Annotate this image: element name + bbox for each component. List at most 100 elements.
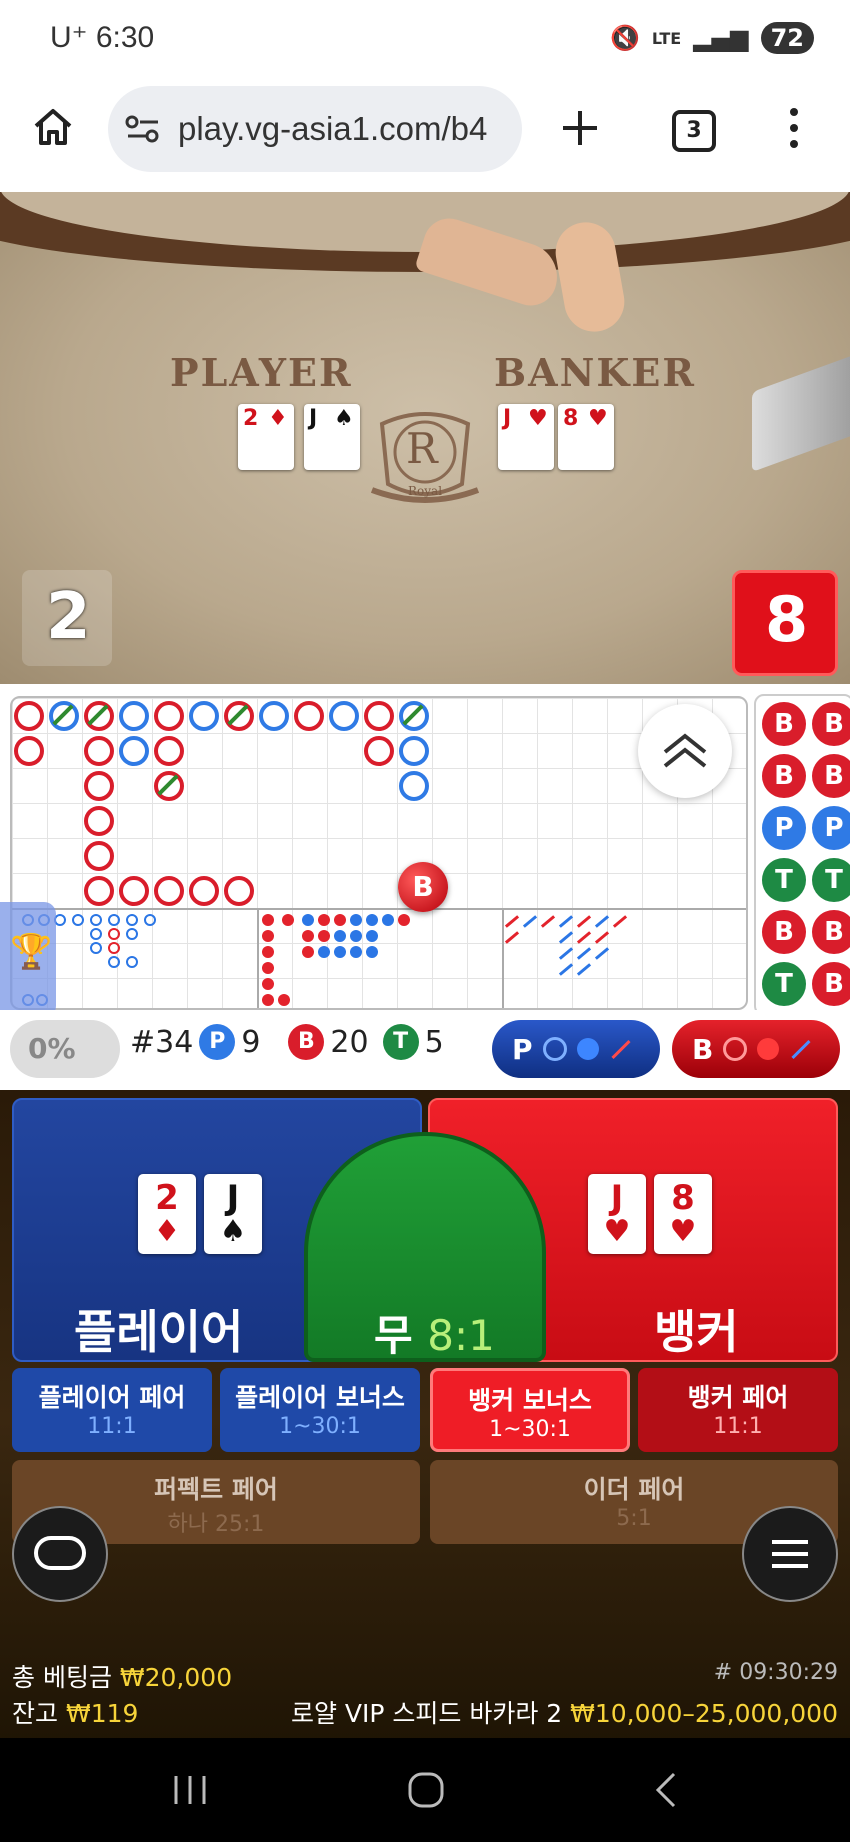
tie-label: 무 xyxy=(374,1311,413,1360)
home-nav-icon[interactable] xyxy=(406,1770,446,1810)
browser-toolbar: play.vg-asia1.com/b4 3 xyxy=(0,80,850,192)
tie-count: 5 xyxy=(424,1024,444,1060)
balance-value: ₩119 xyxy=(65,1699,139,1728)
small-road-mark xyxy=(318,930,330,942)
round-number: #34 xyxy=(130,1024,194,1060)
network-label: LTE xyxy=(651,28,682,48)
player-pair-bet[interactable]: 플레이어 페어 11:1 xyxy=(12,1368,212,1452)
cockroach-road-mark xyxy=(558,931,574,944)
big-road-mark xyxy=(364,701,394,731)
cockroach-road-mark xyxy=(558,915,574,928)
bead-road-ball: B xyxy=(762,754,806,798)
big-road-mark xyxy=(259,701,289,731)
cockroach-road-mark xyxy=(594,931,610,944)
bead-road-ball: P xyxy=(762,806,806,850)
table-card: J ♥ xyxy=(498,404,554,470)
big-road-mark xyxy=(399,771,429,801)
cockroach-road-mark xyxy=(504,931,520,944)
last-result-marker: B xyxy=(398,862,448,912)
banker-card: J ♥ xyxy=(588,1174,646,1254)
big-road-mark xyxy=(14,701,44,731)
chat-button[interactable] xyxy=(12,1506,108,1602)
tab-switcher-button[interactable]: 3 xyxy=(672,110,716,152)
balance-label: 잔고 xyxy=(12,1699,59,1728)
scoreboard-roads: B 🏆 BBBBPPTTBBTB xyxy=(0,684,850,1022)
predict-banker-button[interactable]: B xyxy=(672,1020,840,1078)
big-road-mark xyxy=(119,876,149,906)
small-road-mark xyxy=(398,914,410,926)
big-road-mark xyxy=(364,736,394,766)
clock: 6:30 xyxy=(95,21,155,54)
bead-road-ball: B xyxy=(762,910,806,954)
round-stats: #34 P 9 B 20 T 5 xyxy=(130,1024,444,1060)
recent-apps-icon[interactable] xyxy=(170,1772,210,1808)
player-score-box: 2 xyxy=(22,570,112,666)
bead-mark xyxy=(108,928,120,940)
cockroach-road-mark xyxy=(594,915,610,928)
bead-road-ball: T xyxy=(762,962,806,1006)
small-road-mark xyxy=(366,946,378,958)
trophy-icon: 🏆 xyxy=(10,932,53,972)
small-road-mark xyxy=(318,946,330,958)
big-road-mark xyxy=(84,876,114,906)
more-menu-icon[interactable] xyxy=(786,106,802,150)
tie-bet-area[interactable]: 무 8:1 xyxy=(304,1132,546,1362)
table-card: 2 ♦ xyxy=(238,404,294,470)
cockroach-road-mark xyxy=(576,915,592,928)
bead-mark xyxy=(126,914,138,926)
big-road-mark xyxy=(154,736,184,766)
bead-mark xyxy=(90,914,102,926)
bead-mark xyxy=(72,914,84,926)
back-icon[interactable] xyxy=(650,1770,680,1810)
big-road-mark xyxy=(294,701,324,731)
url-bar[interactable]: play.vg-asia1.com/b4 xyxy=(108,86,522,172)
big-road-mark xyxy=(224,876,254,906)
collapse-road-button[interactable] xyxy=(638,704,732,798)
home-icon[interactable] xyxy=(32,106,74,148)
cockroach-road-mark xyxy=(576,931,592,944)
player-card: J ♠ xyxy=(204,1174,262,1254)
bead-road-ball: B xyxy=(812,962,850,1006)
bead-road-ball: P xyxy=(812,806,850,850)
tie-odds: 8:1 xyxy=(427,1311,495,1360)
menu-button[interactable] xyxy=(742,1506,838,1602)
royal-logo: R Royal xyxy=(362,404,488,510)
site-settings-icon[interactable] xyxy=(124,114,162,144)
bead-mark xyxy=(126,928,138,940)
banker-table-label: BANKER xyxy=(494,350,696,395)
bead-mark xyxy=(90,942,102,954)
bet-info-footer: 총 베팅금 ₩20,000 # 09:30:29 잔고 ₩119 로얄 VIP … xyxy=(0,1650,850,1738)
new-tab-icon[interactable] xyxy=(560,108,600,148)
chevron-up-icon xyxy=(663,733,707,768)
small-road-mark xyxy=(262,930,274,942)
url-text[interactable]: play.vg-asia1.com/b4 xyxy=(178,110,508,148)
total-bet-label: 총 베팅금 xyxy=(12,1663,112,1692)
live-video: PLAYER BANKER R Royal 2 ♦ J ♠ J ♥ 8 ♥ 2 8 xyxy=(0,192,850,684)
bead-mark xyxy=(126,956,138,968)
status-icons: 🔇 LTE ▂▄▆ 72 xyxy=(610,22,814,54)
player-bonus-bet[interactable]: 플레이어 보너스 1~30:1 xyxy=(220,1368,420,1452)
banker-bonus-bet[interactable]: 뱅커 보너스 1~30:1 xyxy=(430,1368,630,1452)
small-road-mark xyxy=(350,930,362,942)
big-road-mark xyxy=(329,701,359,731)
cockroach-road-mark xyxy=(558,963,574,976)
trophy-tab[interactable]: 🏆 xyxy=(0,902,56,1018)
big-road-mark xyxy=(119,736,149,766)
big-road-mark xyxy=(84,841,114,871)
big-road-mark xyxy=(189,701,219,731)
small-road-mark xyxy=(334,930,346,942)
hamburger-icon xyxy=(772,1540,808,1568)
big-road-mark xyxy=(84,806,114,836)
big-road-mark xyxy=(154,876,184,906)
bead-road-ball: B xyxy=(762,702,806,746)
win-percent-toggle[interactable]: 0% xyxy=(10,1020,120,1078)
table-name: 로얄 VIP 스피드 바카라 2 xyxy=(290,1699,563,1728)
status-bar: U⁺ 6:30 🔇 LTE ▂▄▆ 72 xyxy=(0,0,850,80)
banker-pair-bet[interactable]: 뱅커 페어 11:1 xyxy=(638,1368,838,1452)
big-road-mark xyxy=(119,701,149,731)
chat-icon xyxy=(34,1536,86,1570)
big-road-mark xyxy=(154,701,184,731)
predict-player-button[interactable]: P xyxy=(492,1020,660,1078)
big-road-mark xyxy=(189,876,219,906)
player-score: 2 xyxy=(46,580,91,654)
